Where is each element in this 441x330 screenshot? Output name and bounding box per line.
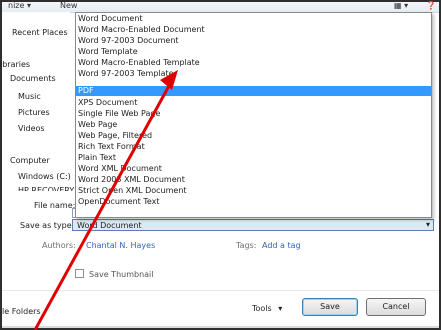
annotation-arrowhead-icon [160, 70, 178, 90]
annotation-arrow [33, 70, 178, 330]
annotation-arrow-line [33, 83, 172, 330]
